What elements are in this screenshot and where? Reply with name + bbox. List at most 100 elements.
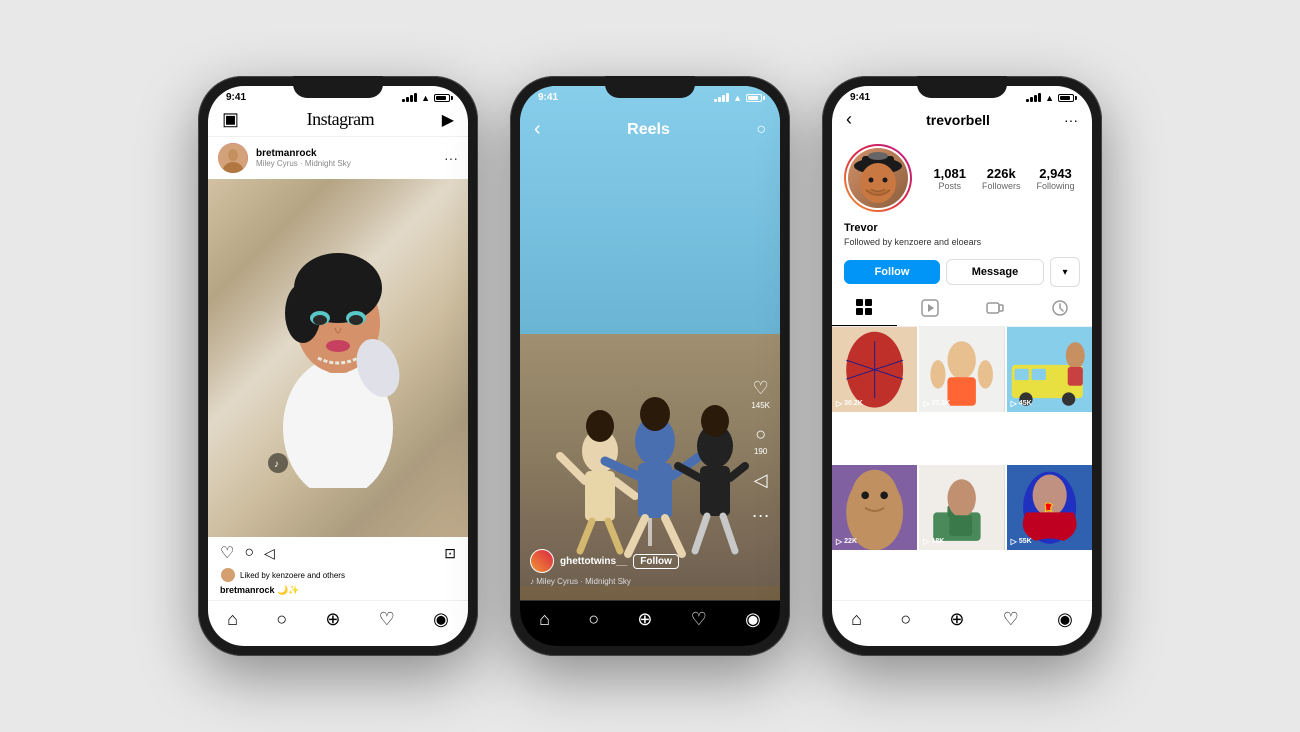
reel-music: ♪ Miley Cyrus · Midnight Sky xyxy=(530,577,730,586)
comment-button[interactable]: ○ xyxy=(244,544,254,562)
grid-count-text-3: 45K xyxy=(1019,400,1032,407)
svg-text:♪: ♪ xyxy=(274,459,279,470)
phone-1: 9:41 ▲ ▣ Instagram ▶ xyxy=(198,76,478,656)
dancers xyxy=(540,366,760,566)
reel-more-button[interactable]: ··· xyxy=(752,505,770,526)
tab-search[interactable]: ○ xyxy=(276,609,287,630)
reel-likes-count: 145K xyxy=(751,401,770,410)
profile-content-tabs xyxy=(832,291,1092,327)
post-header: bretmanrock Miley Cyrus · Midnight Sky ·… xyxy=(208,137,468,179)
signal-bars-2 xyxy=(714,93,729,102)
tab2-home[interactable]: ⌂ xyxy=(539,609,550,630)
tab2-likes[interactable]: ♡ xyxy=(691,609,707,630)
reels-camera-button[interactable]: ○ xyxy=(756,121,766,139)
grid-item-6[interactable]: ▷ 55K xyxy=(1007,465,1092,550)
reel-comments-count: 190 xyxy=(754,447,767,456)
reel-like-item: ♡ 145K xyxy=(751,378,770,410)
bar-2 xyxy=(406,97,409,102)
grid-count-text-4: 22K xyxy=(844,538,857,545)
send-icon[interactable]: ▶ xyxy=(442,110,454,130)
grid-count-5: ▷ 18K xyxy=(923,537,944,546)
play-icon-3: ▷ xyxy=(1011,399,1017,408)
reel-share-button[interactable]: ◁ xyxy=(754,470,768,491)
tab2-create[interactable]: ⊕ xyxy=(637,609,652,630)
grid-item-4[interactable]: ▷ 22K xyxy=(832,465,917,550)
camera-icon[interactable]: ▣ xyxy=(222,109,239,130)
wifi-icon-1: ▲ xyxy=(421,93,430,103)
play-icon-4: ▷ xyxy=(836,537,842,546)
profile-more-button[interactable]: ··· xyxy=(1064,112,1078,128)
status-time-3: 9:41 xyxy=(850,92,870,103)
tab-likes[interactable]: ♡ xyxy=(379,609,395,630)
play-icon-2: ▷ xyxy=(923,399,929,408)
reel-right-actions: ♡ 145K ○ 190 ◁ ··· xyxy=(751,378,770,526)
bar3-2 xyxy=(1030,97,1033,102)
profile-more-dropdown[interactable]: ▾ xyxy=(1050,257,1080,287)
tab-igtv[interactable] xyxy=(962,291,1027,326)
reel-follow-button[interactable]: Follow xyxy=(633,554,679,569)
tab2-profile[interactable]: ◉ xyxy=(745,609,761,630)
tab3-home[interactable]: ⌂ xyxy=(851,609,862,630)
grid-item-3[interactable]: ▷ 45K xyxy=(1007,327,1092,412)
wifi-icon-3: ▲ xyxy=(1045,93,1054,103)
tab-bar-3: ⌂ ○ ⊕ ♡ ◉ xyxy=(832,600,1092,646)
phone-2: 9:41 ▲ ‹ Reels ○ xyxy=(510,76,790,656)
play-icon-1: ▷ xyxy=(836,399,842,408)
grid-item-5[interactable]: ▷ 18K xyxy=(919,465,1004,550)
grid-item-2[interactable]: ▷ 37.3K xyxy=(919,327,1004,412)
reel-comment-button[interactable]: ○ xyxy=(755,424,766,445)
reel-more-item: ··· xyxy=(752,505,770,526)
screen-3: 9:41 ▲ ‹ trevorbell ··· xyxy=(832,86,1092,646)
profile-followers-label: Followers xyxy=(982,181,1021,191)
grid-count-4: ▷ 22K xyxy=(836,537,857,546)
liked-by: Liked by kenzoere and others xyxy=(208,567,468,585)
post-subtitle: Miley Cyrus · Midnight Sky xyxy=(256,159,436,168)
tab-create[interactable]: ⊕ xyxy=(325,609,340,630)
profile-posts-count: 1,081 xyxy=(933,166,966,181)
like-button[interactable]: ♡ xyxy=(220,543,234,563)
tab3-create[interactable]: ⊕ xyxy=(949,609,964,630)
profile-followers-count: 226k xyxy=(982,166,1021,181)
profile-message-button[interactable]: Message xyxy=(946,259,1044,285)
tab-home[interactable]: ⌂ xyxy=(227,609,238,630)
profile-following-stat: 2,943 Following xyxy=(1037,166,1075,191)
grid-count-text-6: 55K xyxy=(1019,538,1032,545)
profile-section: 1,081 Posts 226k Followers 2,943 Followi… xyxy=(832,136,1092,220)
tab-reels[interactable] xyxy=(897,291,962,326)
tab-profile[interactable]: ◉ xyxy=(433,609,449,630)
tab3-profile[interactable]: ◉ xyxy=(1057,609,1073,630)
reels-back-button[interactable]: ‹ xyxy=(534,118,541,141)
profile-follow-button[interactable]: Follow xyxy=(844,260,940,284)
post-avatar xyxy=(218,143,248,173)
bar3-4 xyxy=(1038,93,1041,102)
profile-back-button[interactable]: ‹ xyxy=(846,109,852,130)
reel-like-button[interactable]: ♡ xyxy=(753,378,769,399)
phone-3: 9:41 ▲ ‹ trevorbell ··· xyxy=(822,76,1102,656)
grid-item-1[interactable]: ▷ 30.2K xyxy=(832,327,917,412)
tab-tagged[interactable] xyxy=(1027,291,1092,326)
bar2-1 xyxy=(714,99,717,102)
status-icons-2: ▲ xyxy=(714,93,762,103)
tab3-likes[interactable]: ♡ xyxy=(1003,609,1019,630)
status-time-2: 9:41 xyxy=(538,92,558,103)
profile-following-count: 2,943 xyxy=(1037,166,1075,181)
play-icon-6: ▷ xyxy=(1011,537,1017,546)
signal-bars-1 xyxy=(402,93,417,102)
post-more-button[interactable]: ··· xyxy=(444,150,458,166)
screen-2: 9:41 ▲ ‹ Reels ○ xyxy=(520,86,780,646)
liked-by-text: Liked by kenzoere and others xyxy=(240,571,345,580)
tab-bar-1: ⌂ ○ ⊕ ♡ ◉ xyxy=(208,600,468,646)
reel-avatar xyxy=(530,549,554,573)
profile-avatar-white xyxy=(846,146,910,210)
share-button[interactable]: ◁ xyxy=(264,545,275,562)
battery-fill-2 xyxy=(748,96,758,100)
grid-count-text-2: 37.3K xyxy=(931,400,950,407)
feed-header: ▣ Instagram ▶ xyxy=(208,105,468,137)
tab3-search[interactable]: ○ xyxy=(900,609,911,630)
grid-count-3: ▷ 45K xyxy=(1011,399,1032,408)
tab2-search[interactable]: ○ xyxy=(588,609,599,630)
bookmark-button[interactable]: ⊡ xyxy=(444,545,456,562)
reels-title: Reels xyxy=(627,121,670,139)
tab-grid[interactable] xyxy=(832,291,897,326)
post-user-info: bretmanrock Miley Cyrus · Midnight Sky xyxy=(256,148,436,168)
